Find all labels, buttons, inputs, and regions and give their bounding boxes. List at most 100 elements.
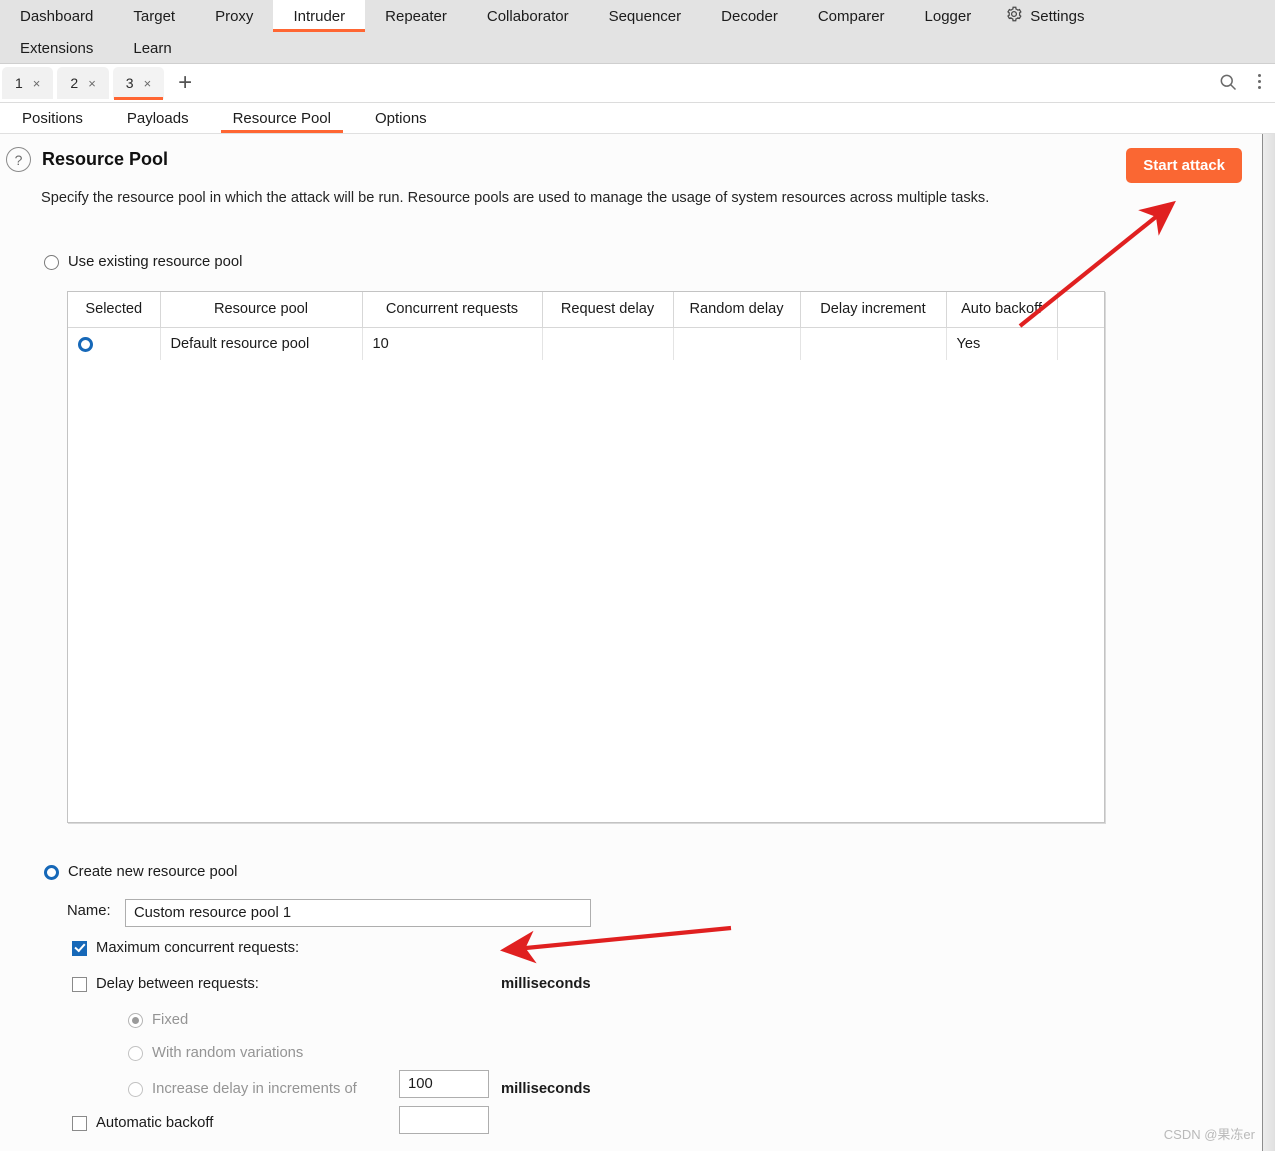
- sub-tab-label: Positions: [22, 110, 83, 127]
- attack-tab-label: 3: [125, 75, 134, 91]
- kebab-menu-icon[interactable]: [1252, 70, 1267, 93]
- column-header-request-delay[interactable]: Request delay: [542, 292, 674, 328]
- tab-resource-pool[interactable]: Resource Pool: [211, 110, 353, 133]
- checkbox-indicator: [72, 940, 87, 956]
- column-header-random-delay[interactable]: Random delay: [673, 292, 801, 328]
- suite-tab-label: Collaborator: [486, 7, 569, 25]
- cell-resource-pool: Default resource pool: [160, 327, 363, 360]
- radio-delay-increments[interactable]: Increase delay in increments of: [128, 1081, 357, 1097]
- radio-use-existing-pool[interactable]: Use existing resource pool: [44, 254, 242, 270]
- radio-label: Use existing resource pool: [68, 254, 243, 270]
- row-radio-indicator[interactable]: [78, 337, 93, 353]
- delay-unit-label: milliseconds: [501, 976, 591, 992]
- sub-tab-label: Payloads: [126, 110, 189, 127]
- panel-description: Specify the resource pool in which the a…: [41, 190, 990, 206]
- suite-tab-learn[interactable]: Learn: [113, 32, 191, 64]
- radio-label: Fixed: [152, 1012, 189, 1028]
- suite-tab-extensions[interactable]: Extensions: [0, 32, 113, 64]
- tab-options[interactable]: Options: [353, 110, 449, 133]
- checkbox-indicator: [72, 1115, 87, 1131]
- sub-tab-label: Options: [374, 110, 427, 127]
- suite-tab-label: Proxy: [215, 7, 254, 25]
- radio-label: Create new resource pool: [68, 864, 238, 880]
- page-title: Resource Pool: [42, 149, 169, 169]
- max-concurrent-requests-input[interactable]: [399, 1070, 489, 1098]
- checkbox-label: Maximum concurrent requests:: [96, 940, 300, 956]
- column-header-selected[interactable]: Selected: [68, 292, 161, 328]
- tab-payloads[interactable]: Payloads: [105, 110, 211, 133]
- help-question-icon[interactable]: ?: [6, 147, 31, 172]
- radio-delay-fixed[interactable]: Fixed: [128, 1012, 188, 1028]
- checkbox-automatic-backoff[interactable]: Automatic backoff: [72, 1115, 213, 1131]
- suite-tab-label: Sequencer: [608, 7, 682, 25]
- radio-create-new-pool[interactable]: Create new resource pool: [44, 864, 237, 880]
- settings-label: Settings: [1030, 7, 1085, 25]
- radio-indicator: [44, 254, 59, 270]
- column-header-concurrent-requests[interactable]: Concurrent requests: [362, 292, 543, 328]
- attack-tab-label: 1: [15, 75, 23, 91]
- suite-nav-row-2: Extensions Learn: [0, 32, 1275, 64]
- suite-tab-label: Logger: [924, 7, 972, 25]
- suite-tab-label: Target: [133, 7, 176, 25]
- column-header-auto-backoff[interactable]: Auto backoff: [946, 292, 1058, 328]
- close-icon[interactable]: ×: [88, 76, 96, 91]
- start-attack-button[interactable]: Start attack: [1126, 148, 1242, 183]
- watermark: CSDN @果冻er: [1163, 1127, 1255, 1142]
- cell-spacer: [1057, 327, 1104, 360]
- cell-auto-backoff: Yes: [946, 327, 1058, 360]
- pool-name-input[interactable]: [125, 899, 591, 927]
- cell-concurrent-requests: 10: [362, 327, 543, 360]
- resource-pool-table: Selected Resource pool Concurrent reques…: [68, 292, 1104, 360]
- resource-pool-panel: ? Resource Pool Start attack Specify the…: [0, 134, 1262, 1151]
- column-header-resource-pool[interactable]: Resource pool: [160, 292, 363, 328]
- column-header-delay-increment[interactable]: Delay increment: [800, 292, 947, 328]
- suite-tab-dashboard[interactable]: Dashboard: [0, 0, 113, 32]
- checkbox-label: Automatic backoff: [96, 1115, 214, 1131]
- radio-indicator: [128, 1045, 143, 1061]
- checkbox-delay-between-requests[interactable]: Delay between requests:: [72, 976, 259, 992]
- suite-tab-intruder[interactable]: Intruder: [273, 0, 366, 32]
- vertical-scrollbar[interactable]: [1262, 134, 1275, 1151]
- attack-strip-actions: [1218, 70, 1267, 93]
- attack-tab-strip: 1 × 2 × 3 × +: [0, 64, 1275, 103]
- suite-tab-label: Learn: [133, 39, 172, 57]
- checkbox-indicator: [72, 976, 87, 992]
- attack-tab-list: 1 × 2 × 3 × +: [2, 67, 202, 100]
- column-header-spacer: [1057, 292, 1104, 328]
- suite-tab-collaborator[interactable]: Collaborator: [467, 0, 589, 32]
- gear-icon: [1005, 5, 1023, 27]
- radio-label: Increase delay in increments of: [152, 1081, 357, 1097]
- tab-positions[interactable]: Positions: [0, 110, 105, 133]
- checkbox-label: Delay between requests:: [96, 976, 259, 992]
- suite-tab-target[interactable]: Target: [113, 0, 195, 32]
- attack-tab-1[interactable]: 1 ×: [2, 67, 54, 99]
- burp-suite-window: Dashboard Target Proxy Intruder Repeater…: [0, 0, 1275, 1151]
- suite-tab-logger[interactable]: Logger: [905, 0, 992, 32]
- radio-delay-random-variations[interactable]: With random variations: [128, 1045, 303, 1061]
- checkbox-max-concurrent-requests[interactable]: Maximum concurrent requests:: [72, 940, 299, 956]
- cell-selected[interactable]: [68, 327, 161, 360]
- table-header-row: Selected Resource pool Concurrent reques…: [68, 292, 1104, 328]
- table-row[interactable]: Default resource pool 10 Yes: [68, 327, 1104, 360]
- search-icon[interactable]: [1218, 72, 1238, 92]
- suite-tab-settings[interactable]: Settings: [991, 0, 1106, 32]
- suite-tab-label: Decoder: [721, 7, 778, 25]
- suite-tab-repeater[interactable]: Repeater: [365, 0, 467, 32]
- close-icon[interactable]: ×: [144, 76, 152, 91]
- delay-between-requests-input[interactable]: [399, 1106, 489, 1134]
- radio-label: With random variations: [152, 1045, 304, 1061]
- suite-navigation-bar: Dashboard Target Proxy Intruder Repeater…: [0, 0, 1275, 64]
- suite-tab-sequencer[interactable]: Sequencer: [589, 0, 702, 32]
- intruder-sub-tabs: Positions Payloads Resource Pool Options: [0, 103, 1275, 134]
- cell-delay-increment: [800, 327, 947, 360]
- attack-tab-2[interactable]: 2 ×: [57, 67, 109, 99]
- radio-indicator: [128, 1081, 143, 1097]
- attack-tab-3[interactable]: 3 ×: [112, 67, 165, 100]
- panel-header: ? Resource Pool: [6, 147, 168, 172]
- suite-tab-proxy[interactable]: Proxy: [195, 0, 273, 32]
- suite-tab-decoder[interactable]: Decoder: [701, 0, 798, 32]
- add-attack-tab-button[interactable]: +: [168, 67, 202, 99]
- close-icon[interactable]: ×: [33, 76, 41, 91]
- suite-tab-comparer[interactable]: Comparer: [798, 0, 905, 32]
- suite-tab-label: Comparer: [817, 7, 885, 25]
